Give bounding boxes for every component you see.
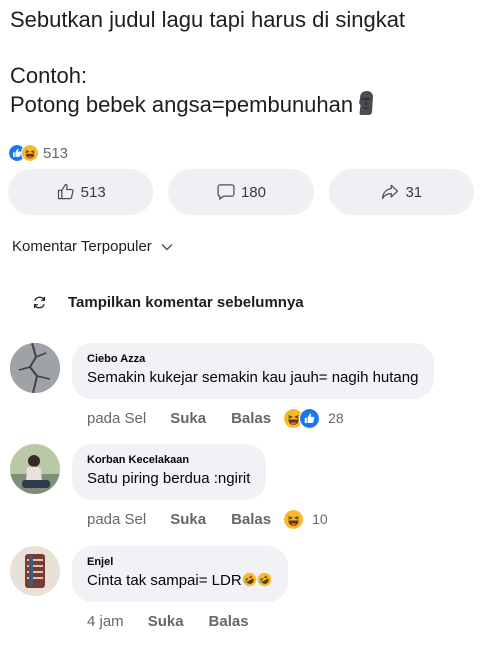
comment-reaction-count: 10 bbox=[312, 511, 328, 527]
comment-author[interactable]: Korban Kecelakaan bbox=[87, 454, 250, 466]
avatar[interactable] bbox=[10, 546, 60, 596]
comment-meta: pada Sel Suka Balas 10 bbox=[87, 507, 328, 531]
comment-time[interactable]: pada Sel bbox=[87, 410, 146, 427]
share-button[interactable]: 31 bbox=[328, 169, 474, 215]
comment-text: Cinta tak sampai= LDR bbox=[87, 572, 242, 589]
rofl-emoji-icon bbox=[241, 572, 257, 587]
reply-button[interactable]: Balas bbox=[209, 613, 249, 630]
comment-sort-dropdown[interactable]: Komentar Terpopuler bbox=[12, 238, 174, 255]
like-comment-button[interactable]: Suka bbox=[148, 613, 184, 630]
share-count: 31 bbox=[405, 183, 423, 201]
comment-meta: pada Sel Suka Balas 28 bbox=[87, 406, 344, 430]
share-arrow-icon bbox=[382, 184, 399, 199]
post-line-example-label: Contoh: bbox=[10, 63, 88, 88]
comment-count: 180 bbox=[240, 183, 266, 201]
post-line-title: Sebutkan judul lagu tapi harus di singka… bbox=[10, 7, 406, 32]
reaction-count: 513 bbox=[43, 144, 69, 162]
like-comment-button[interactable]: Suka bbox=[170, 410, 206, 427]
post-line-example: Potong bebek angsa=pembunuhan bbox=[10, 90, 475, 119]
chevron-down-icon bbox=[161, 243, 173, 250]
comment-reaction-count: 28 bbox=[328, 410, 344, 426]
rofl-emoji-icon bbox=[256, 572, 272, 587]
show-previous-label: Tampilkan komentar sebelumnya bbox=[68, 293, 304, 311]
show-previous-comments[interactable]: Tampilkan komentar sebelumnya bbox=[31, 291, 304, 313]
refresh-icon bbox=[33, 296, 46, 308]
comment-text: Semakin kukejar semakin kau jauh= nagih … bbox=[87, 369, 419, 386]
like-count: 513 bbox=[80, 183, 106, 201]
comment-bubble-icon bbox=[217, 184, 235, 200]
comment-text-line: Cinta tak sampai= LDR bbox=[87, 572, 272, 589]
post-reaction-summary[interactable]: 513 bbox=[8, 143, 68, 163]
comment-reactions[interactable] bbox=[283, 508, 305, 530]
haha-icon bbox=[21, 144, 39, 162]
avatar[interactable] bbox=[10, 343, 60, 393]
post-text: Sebutkan judul lagu tapi harus di singka… bbox=[10, 6, 475, 119]
reply-button[interactable]: Balas bbox=[231, 410, 271, 427]
like-comment-button[interactable]: Suka bbox=[170, 511, 206, 528]
comment-reactions[interactable] bbox=[283, 407, 321, 429]
post-blank-line bbox=[10, 34, 475, 62]
haha-icon bbox=[283, 508, 305, 530]
comment-time[interactable]: pada Sel bbox=[87, 511, 146, 528]
reply-button[interactable]: Balas bbox=[231, 511, 271, 528]
comment-meta: 4 jam Suka Balas bbox=[87, 609, 249, 633]
post-example-text: Potong bebek angsa=pembunuhan bbox=[10, 92, 354, 117]
comment-button[interactable]: 180 bbox=[168, 169, 314, 215]
avatar[interactable] bbox=[10, 444, 60, 494]
sort-label: Komentar Terpopuler bbox=[12, 238, 152, 255]
moai-emoji-icon bbox=[359, 91, 374, 115]
comment-text: Satu piring berdua :ngirit bbox=[87, 470, 251, 487]
like-icon bbox=[299, 407, 321, 429]
comment-bubble[interactable]: Ciebo Azza Semakin kukejar semakin kau j… bbox=[72, 343, 435, 399]
comment-author[interactable]: Enjel bbox=[87, 556, 272, 568]
like-button[interactable]: 513 bbox=[8, 169, 154, 215]
post-action-bar: 513 180 31 bbox=[8, 169, 474, 215]
comment-bubble[interactable]: Enjel Cinta tak sampai= LDR bbox=[72, 546, 288, 602]
comment-bubble[interactable]: Korban Kecelakaan Satu piring berdua :ng… bbox=[72, 444, 267, 500]
thumbs-up-icon bbox=[57, 183, 74, 200]
comment-author[interactable]: Ciebo Azza bbox=[87, 353, 418, 365]
comment-time[interactable]: 4 jam bbox=[87, 613, 124, 630]
